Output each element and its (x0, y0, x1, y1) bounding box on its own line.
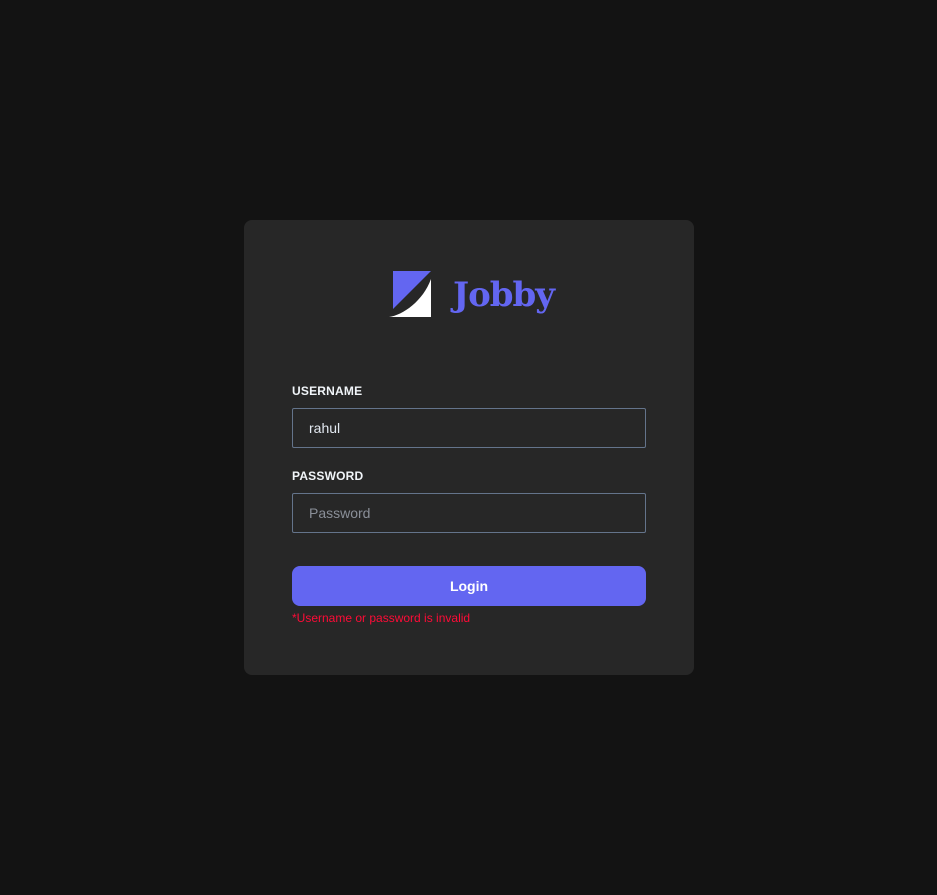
jobby-logo-icon (389, 271, 431, 317)
brand-name: Jobby (453, 275, 555, 315)
password-input[interactable] (292, 493, 646, 533)
login-button[interactable]: Login (292, 566, 646, 606)
password-label: PASSWORD (292, 469, 364, 483)
login-card: Jobby USERNAME PASSWORD Login *Username … (244, 220, 694, 675)
error-message: *Username or password is invalid (292, 611, 471, 625)
brand-logo: Jobby (389, 270, 555, 318)
username-input[interactable] (292, 408, 646, 448)
username-label: USERNAME (292, 384, 363, 398)
